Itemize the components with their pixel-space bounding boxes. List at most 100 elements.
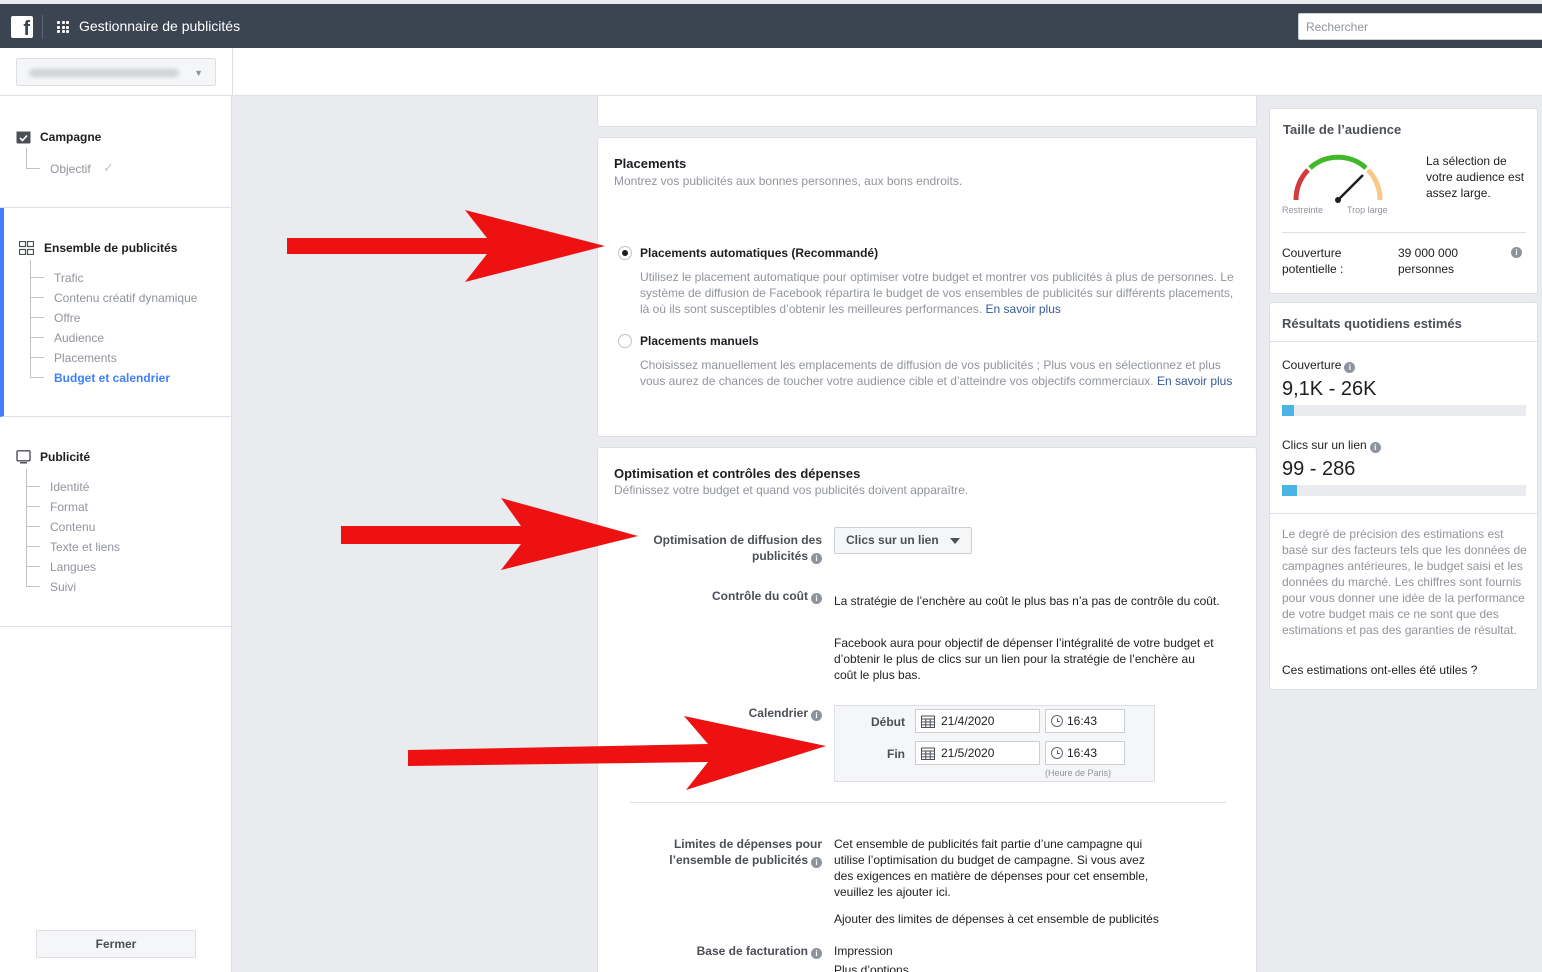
previous-card [597,96,1257,127]
sidebar-campaign-title[interactable]: Campagne [40,130,101,144]
reach-bar-fill [1282,405,1295,416]
check-icon: ✓ [103,160,114,175]
sidebar-item-offre[interactable]: Offre [54,311,80,325]
sidebar-section-ad: Publicité Identité Format Contenu Texte … [0,417,232,627]
clicks-bar [1282,485,1526,496]
learn-more-link[interactable]: En savoir plus [1157,374,1232,388]
billing-value: Impression [834,944,893,958]
info-icon[interactable]: i [811,857,822,868]
top-bar: f Gestionnaire de publicités Rechercher [0,4,1542,48]
sidebar-item-langues[interactable]: Langues [50,560,96,574]
campaign-checkbox-icon [16,131,31,144]
sidebar-item-objectif[interactable]: Objectif [50,162,91,176]
add-spending-limits-link[interactable]: Ajouter des limites de dépenses à cet en… [834,911,1159,927]
divider [232,48,233,96]
sub-header: ▼ [0,48,1542,96]
learn-more-link[interactable]: En savoir plus [986,302,1061,316]
adset-grid-icon [19,241,34,255]
info-icon[interactable]: i [811,553,822,564]
sidebar-adset-title[interactable]: Ensemble de publicités [44,241,177,255]
manual-placements-desc: Choisissez manuellement les emplacements… [640,358,1233,388]
sidebar-item-format[interactable]: Format [50,500,88,514]
account-selector[interactable]: ▼ [16,58,216,86]
potential-reach-label: Couverture potentielle : [1282,246,1344,276]
calendar-icon [921,715,935,728]
audience-size-title: Taille de l’audience [1283,122,1402,137]
apps-grid-icon[interactable] [57,21,69,33]
reach-value: 9,1K - 26K [1282,378,1377,400]
optimization-subtitle: Définissez votre budget et quand vos pub… [614,483,969,497]
daily-estimates-title: Résultats quotidiens estimés [1282,316,1462,331]
clicks-label: Clics sur un lien i [1282,438,1381,453]
close-button[interactable]: Fermer [36,930,196,958]
sidebar-item-budget-calendrier[interactable]: Budget et calendrier [54,371,170,385]
clicks-bar-fill [1282,485,1297,496]
cost-control-text-2: Facebook aura pour objectif de dépenser … [834,636,1214,682]
divider [42,15,43,39]
sidebar-item-texte-liens[interactable]: Texte et liens [50,540,120,554]
red-arrow-annotation [287,210,605,282]
start-time-input[interactable]: 16:43 [1045,709,1125,733]
sidebar-item-placements[interactable]: Placements [54,351,117,365]
ad-monitor-icon [16,450,31,464]
placements-subtitle: Montrez vos publicités aux bonnes person… [614,174,963,188]
sidebar-item-identite[interactable]: Identité [50,480,89,494]
potential-reach-value: 39 000 000 personnes [1398,246,1459,276]
info-icon[interactable]: i [1369,442,1381,453]
chevron-down-icon: ▼ [194,68,203,78]
timezone-note: (Heure de Paris) [1045,768,1112,778]
audience-gauge [1293,154,1383,203]
caret-down-icon [950,538,960,544]
billing-label: Base de facturation i [622,943,822,959]
info-icon[interactable]: i [811,948,822,959]
info-icon[interactable]: i [1344,362,1356,373]
sidebar-section-adset: Ensemble de publicités Trafic Contenu cr… [0,208,232,417]
clock-icon [1051,715,1063,727]
reach-bar [1282,405,1526,416]
gauge-right-label: Trop large [1347,205,1388,215]
red-arrow-annotation [341,498,638,570]
optimization-title: Optimisation et contrôles des dépenses [614,466,861,481]
estimates-disclaimer: Le degré de précision des estimations es… [1282,527,1527,637]
delivery-optimization-dropdown[interactable]: Clics sur un lien [834,527,972,554]
search-input[interactable]: Rechercher [1298,13,1542,40]
reach-label: Couverture i [1282,358,1356,373]
sidebar-ad-title[interactable]: Publicité [40,450,90,464]
clicks-value: 99 - 286 [1282,458,1356,480]
manual-placements-radio[interactable] [618,334,632,348]
facebook-logo-icon[interactable]: f [11,16,33,40]
auto-placements-radio[interactable] [618,246,632,260]
red-arrow-annotation [408,716,826,790]
sidebar-item-audience[interactable]: Audience [54,331,104,345]
start-date-input[interactable]: 21/4/2020 [915,709,1040,733]
spending-limits-label: Limites de dépenses pour l’ensemble de p… [669,837,822,868]
auto-placements-label[interactable]: Placements automatiques (Recommandé) [640,246,878,260]
gauge-description: La sélection de votre audience est assez… [1426,154,1525,200]
sidebar-section-campaign: Campagne Objectif ✓ [0,96,232,208]
cost-control-text-1: La stratégie de l’enchère au coût le plu… [834,594,1220,608]
info-icon[interactable]: i [1511,247,1522,258]
sidebar-item-trafic[interactable]: Trafic [54,271,84,285]
calendar-icon [921,747,935,760]
sidebar-item-contenu[interactable]: Contenu [50,520,95,534]
sidebar: Campagne Objectif ✓ Ensemble de publicit… [0,96,232,972]
sidebar-item-contenu-creatif[interactable]: Contenu créatif dynamique [54,291,197,305]
end-time-input[interactable]: 16:43 [1045,741,1125,765]
app-title[interactable]: Gestionnaire de publicités [79,18,240,34]
end-date-input[interactable]: 21/5/2020 [915,741,1040,765]
divider [630,802,1226,803]
info-icon[interactable]: i [811,593,822,604]
sidebar-item-suivi[interactable]: Suivi [50,580,76,594]
estimates-feedback-link[interactable]: Ces estimations ont-elles été utiles ? [1282,662,1477,678]
end-label: Fin [887,747,905,761]
manual-placements-label[interactable]: Placements manuels [640,334,759,348]
placements-title: Placements [614,156,687,171]
clock-icon [1051,747,1063,759]
start-label: Début [871,715,905,729]
more-options-link[interactable]: Plus d’options [834,962,909,972]
gauge-left-label: Restreinte [1282,205,1324,215]
cost-control-label: Contrôle du coût i [622,588,822,604]
delivery-optimization-label: Optimisation de diffusion des publicités… [653,533,822,564]
auto-placements-desc: Utilisez le placement automatique pour o… [640,270,1234,316]
account-name-blurred [29,69,179,77]
